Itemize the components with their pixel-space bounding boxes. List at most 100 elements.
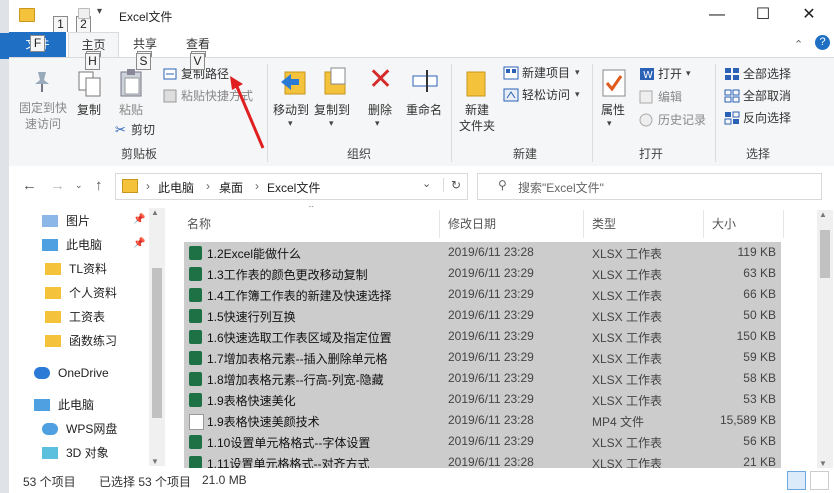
back-button[interactable]: ← xyxy=(22,177,37,194)
help-icon[interactable]: ? xyxy=(815,35,830,50)
address-row: ← → ⌄ ↑ › 此电脑 › 桌面 › Excel文件 ⌄ ↻ ⚲ 搜索"Ex… xyxy=(9,166,834,206)
open-button[interactable]: 打开 xyxy=(658,66,682,82)
column-date[interactable]: 修改日期 xyxy=(448,215,496,232)
open-icon: W xyxy=(640,68,654,81)
selected-count: 已选择 53 个项目 xyxy=(99,475,192,489)
rename-button[interactable]: 重命名 xyxy=(403,102,445,118)
large-icons-view-icon[interactable] xyxy=(810,471,829,490)
excel-file-icon xyxy=(189,435,202,449)
pin-quick-access-button[interactable]: 固定到快 速访问 xyxy=(15,100,71,132)
select-all-button[interactable]: 全部选择 xyxy=(743,66,791,82)
breadcrumb-excel[interactable]: Excel文件 xyxy=(267,179,320,196)
invert-selection-button[interactable]: 反向选择 xyxy=(743,110,791,126)
file-size: 53 KB xyxy=(743,392,776,406)
keytip-s-paste: S xyxy=(136,53,151,70)
file-type: XLSX 工作表 xyxy=(592,310,663,324)
file-row[interactable]: 1.5快速行列互换 2019/6/11 23:29 XLSX 工作表 50 KB xyxy=(184,305,781,326)
file-type: XLSX 工作表 xyxy=(592,352,663,366)
file-row[interactable]: 1.4工作簿工作表的新建及快速选择 2019/6/11 23:29 XLSX 工作表… xyxy=(184,284,781,305)
move-to-button[interactable]: 移动到 xyxy=(271,102,311,118)
column-size[interactable]: 大小 xyxy=(712,215,736,232)
minimize-button[interactable]: — xyxy=(694,0,740,30)
properties-button[interactable]: 属性 xyxy=(597,102,629,118)
file-row[interactable]: 1.9表格快速美化 2019/6/11 23:29 XLSX 工作表 53 KB xyxy=(184,389,781,410)
maximize-button[interactable]: ☐ xyxy=(740,0,786,30)
file-row[interactable]: 1.6快速选取工作表区域及指定位置 2019/6/11 23:29 XLSX 工作表… xyxy=(184,326,781,347)
file-row[interactable]: 1.9表格快速美颜技术 2019/6/11 23:28 MP4 文件 15,589 K… xyxy=(184,410,781,431)
navigation-pane: 图片 📌 此电脑 📌 TL资料 个人资料 工资表 函数练习 OneDrive 此… xyxy=(9,206,165,482)
file-date: 2019/6/11 23:28 xyxy=(448,455,534,468)
delete-button[interactable]: 删除 xyxy=(364,102,396,118)
properties-icon xyxy=(602,69,626,97)
nav-item-3d[interactable]: 3D 对象 xyxy=(42,442,109,464)
excel-file-icon xyxy=(189,267,202,281)
up-button[interactable]: ↑ xyxy=(95,177,103,194)
pin-icon xyxy=(35,72,49,92)
new-folder-icon xyxy=(466,71,486,97)
file-type: XLSX 工作表 xyxy=(592,268,663,282)
file-size: 58 KB xyxy=(743,371,776,385)
nav-item-this-pc[interactable]: 此电脑 xyxy=(34,394,94,416)
open-group-label: 打开 xyxy=(638,147,663,161)
nav-item-salary[interactable]: 工资表 xyxy=(45,306,105,328)
copy-to-icon xyxy=(324,67,346,95)
list-scrollbar[interactable]: ▲ ▼ xyxy=(817,210,833,468)
new-item-button[interactable]: 新建项目 xyxy=(522,65,570,81)
file-type: XLSX 工作表 xyxy=(592,436,663,450)
nav-item-tl[interactable]: TL资料 xyxy=(45,258,107,280)
easy-access-icon xyxy=(503,88,519,102)
refresh-icon[interactable]: ↻ xyxy=(443,178,468,192)
breadcrumb-desktop[interactable]: 桌面 xyxy=(219,179,243,196)
history-button[interactable]: 历史记录 xyxy=(658,112,706,128)
file-date: 2019/6/11 23:29 xyxy=(448,266,534,280)
status-bar: 53 个项目 已选择 53 个项目 21.0 MB xyxy=(9,468,834,493)
file-size: 21 KB xyxy=(743,455,776,468)
cut-button[interactable]: 剪切 xyxy=(131,122,155,138)
file-size: 66 KB xyxy=(743,287,776,301)
details-view-icon[interactable] xyxy=(787,471,806,490)
select-none-button[interactable]: 全部取消 xyxy=(743,88,791,104)
close-button[interactable]: ✕ xyxy=(786,0,832,30)
paste-button[interactable]: 粘贴 xyxy=(115,102,147,118)
nav-item-wps[interactable]: WPS网盘 xyxy=(42,418,117,440)
copy-path-button[interactable]: 复制路径 xyxy=(181,66,229,82)
column-type[interactable]: 类型 xyxy=(592,215,616,232)
delete-icon: ✕ xyxy=(368,63,394,96)
file-row[interactable]: 1.8增加表格元素--行高-列宽-隐藏 2019/6/11 23:29 XLSX 工… xyxy=(184,368,781,389)
copy-to-button[interactable]: 复制到 xyxy=(312,102,352,118)
select-all-icon xyxy=(725,68,739,80)
file-size: 150 KB xyxy=(736,329,776,343)
recent-locations-icon[interactable]: ⌄ xyxy=(75,180,83,191)
file-row[interactable]: 1.7增加表格元素--插入删除单元格 2019/6/11 23:29 XLSX 工作… xyxy=(184,347,781,368)
customize-qa-icon[interactable]: ▾ xyxy=(97,6,102,17)
nav-item-function[interactable]: 函数练习 xyxy=(45,330,117,352)
file-row[interactable]: 1.2Excel能做什么 2019/6/11 23:28 XLSX 工作表 119 K… xyxy=(184,242,781,263)
new-folder-button[interactable]: 新建 文件夹 xyxy=(455,102,499,134)
excel-file-icon xyxy=(189,309,202,323)
edit-icon xyxy=(639,90,653,104)
file-name: 1.3工作表的颜色更改移动复制 xyxy=(207,268,368,282)
nav-item-personal[interactable]: 个人资料 xyxy=(45,282,117,304)
forward-button[interactable]: → xyxy=(50,177,65,194)
copy-button[interactable]: 复制 xyxy=(73,102,105,118)
file-row[interactable]: 1.3工作表的颜色更改移动复制 2019/6/11 23:29 XLSX 工作表 63… xyxy=(184,263,781,284)
properties-qa-icon[interactable] xyxy=(78,8,90,19)
nav-item-pictures[interactable]: 图片 xyxy=(42,210,90,232)
file-size: 56 KB xyxy=(743,434,776,448)
select-group-label: 选择 xyxy=(745,147,770,161)
search-input[interactable]: ⚲ 搜索"Excel文件" xyxy=(477,173,822,200)
easy-access-button[interactable]: 轻松访问 xyxy=(522,87,570,103)
collapse-ribbon-icon[interactable]: ⌃ xyxy=(794,38,803,51)
address-bar[interactable]: › 此电脑 › 桌面 › Excel文件 ⌄ ↻ xyxy=(115,173,468,200)
column-name[interactable]: 名称 xyxy=(187,215,211,232)
chevron-down-icon[interactable]: ⌄ xyxy=(422,177,431,190)
nav-scrollbar[interactable]: ▲ ▼ xyxy=(149,208,165,466)
file-row[interactable]: 1.10设置单元格格式--字体设置 2019/6/11 23:29 XLSX 工作表… xyxy=(184,431,781,452)
file-date: 2019/6/11 23:29 xyxy=(448,434,534,448)
nav-item-this-pc-quick[interactable]: 此电脑 xyxy=(42,234,102,256)
file-row[interactable]: 1.11设置单元格格式--对齐方式 2019/6/11 23:28 XLSX 工作表… xyxy=(184,452,781,468)
nav-item-onedrive[interactable]: OneDrive xyxy=(34,362,109,384)
breadcrumb-this-pc[interactable]: 此电脑 xyxy=(158,179,194,196)
edit-button[interactable]: 编辑 xyxy=(658,89,682,105)
file-name: 1.10设置单元格格式--字体设置 xyxy=(207,436,371,450)
